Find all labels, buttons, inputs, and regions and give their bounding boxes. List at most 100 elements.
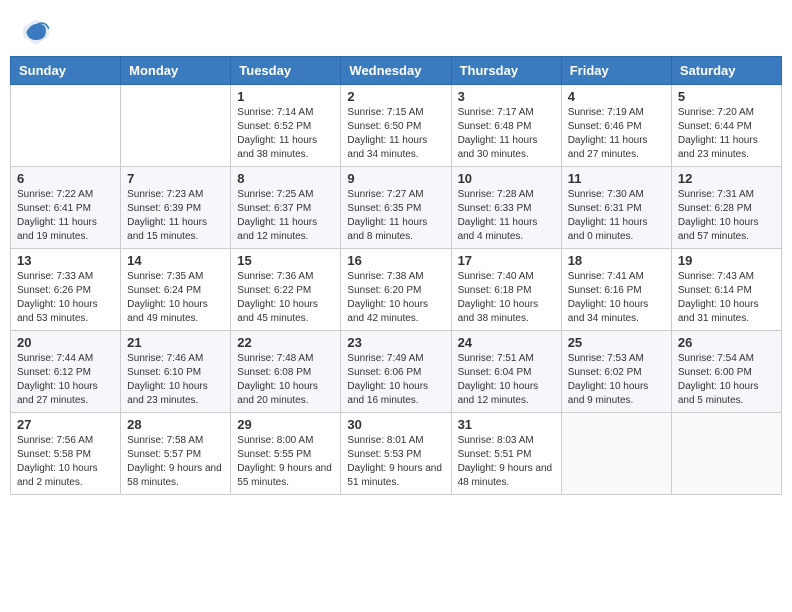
calendar-cell bbox=[561, 413, 671, 495]
calendar-cell: 25 Sunrise: 7:53 AMSunset: 6:02 PMDayligh… bbox=[561, 331, 671, 413]
day-number: 19 bbox=[678, 253, 775, 268]
calendar-cell: 7 Sunrise: 7:23 AMSunset: 6:39 PMDaylight… bbox=[121, 167, 231, 249]
cell-info: Sunrise: 7:25 AMSunset: 6:37 PMDaylight:… bbox=[237, 188, 334, 244]
cell-info: Sunrise: 7:27 AMSunset: 6:35 PMDaylight:… bbox=[347, 188, 444, 244]
calendar-table: SundayMondayTuesdayWednesdayThursdayFrid… bbox=[10, 56, 782, 495]
calendar-cell: 17 Sunrise: 7:40 AMSunset: 6:18 PMDayligh… bbox=[451, 249, 561, 331]
weekday-header: Friday bbox=[561, 57, 671, 85]
weekday-header: Tuesday bbox=[231, 57, 341, 85]
cell-info: Sunrise: 7:58 AMSunset: 5:57 PMDaylight:… bbox=[127, 434, 224, 490]
cell-info: Sunrise: 7:28 AMSunset: 6:33 PMDaylight:… bbox=[458, 188, 555, 244]
day-number: 6 bbox=[17, 171, 114, 186]
day-number: 14 bbox=[127, 253, 224, 268]
calendar-week-row: 13 Sunrise: 7:33 AMSunset: 6:26 PMDayligh… bbox=[11, 249, 782, 331]
calendar-cell: 5Sunrise: 7:20 AMSunset: 6:44 PMDaylight… bbox=[671, 85, 781, 167]
cell-info: Sunrise: 7:36 AMSunset: 6:22 PMDaylight:… bbox=[237, 270, 334, 326]
calendar-cell: 29Sunrise: 8:00 AMSunset: 5:55 PMDayligh… bbox=[231, 413, 341, 495]
calendar-cell: 20Sunrise: 7:44 AMSunset: 6:12 PMDayligh… bbox=[11, 331, 121, 413]
day-number: 15 bbox=[237, 253, 334, 268]
weekday-header: Sunday bbox=[11, 57, 121, 85]
calendar-wrap: SundayMondayTuesdayWednesdayThursdayFrid… bbox=[0, 56, 792, 505]
cell-info: Sunrise: 7:23 AMSunset: 6:39 PMDaylight:… bbox=[127, 188, 224, 244]
day-number: 17 bbox=[458, 253, 555, 268]
calendar-cell: 11Sunrise: 7:30 AMSunset: 6:31 PMDayligh… bbox=[561, 167, 671, 249]
cell-info: Sunrise: 7:30 AMSunset: 6:31 PMDaylight:… bbox=[568, 188, 665, 244]
cell-info: Sunrise: 7:19 AMSunset: 6:46 PMDaylight:… bbox=[568, 106, 665, 162]
calendar-cell: 21Sunrise: 7:46 AMSunset: 6:10 PMDayligh… bbox=[121, 331, 231, 413]
calendar-cell: 12Sunrise: 7:31 AMSunset: 6:28 PMDayligh… bbox=[671, 167, 781, 249]
cell-info: Sunrise: 7:41 AMSunset: 6:16 PMDaylight:… bbox=[568, 270, 665, 326]
day-number: 8 bbox=[237, 171, 334, 186]
cell-info: Sunrise: 7:33 AMSunset: 6:26 PMDaylight:… bbox=[17, 270, 114, 326]
weekday-header: Thursday bbox=[451, 57, 561, 85]
calendar-cell: 31 Sunrise: 8:03 AMSunset: 5:51 PMDayligh… bbox=[451, 413, 561, 495]
cell-info: Sunrise: 7:40 AMSunset: 6:18 PMDaylight:… bbox=[458, 270, 555, 326]
day-number: 23 bbox=[347, 335, 444, 350]
day-number: 9 bbox=[347, 171, 444, 186]
calendar-cell: 16 Sunrise: 7:38 AMSunset: 6:20 PMDayligh… bbox=[341, 249, 451, 331]
calendar-cell: 6Sunrise: 7:22 AMSunset: 6:41 PMDaylight… bbox=[11, 167, 121, 249]
calendar-cell: 4 Sunrise: 7:19 AMSunset: 6:46 PMDaylight… bbox=[561, 85, 671, 167]
cell-info: Sunrise: 7:51 AMSunset: 6:04 PMDaylight:… bbox=[458, 352, 555, 408]
cell-info: Sunrise: 7:43 AMSunset: 6:14 PMDaylight:… bbox=[678, 270, 775, 326]
day-number: 16 bbox=[347, 253, 444, 268]
calendar-week-row: 27 Sunrise: 7:56 AMSunset: 5:58 PMDayligh… bbox=[11, 413, 782, 495]
calendar-cell: 24 Sunrise: 7:51 AMSunset: 6:04 PMDayligh… bbox=[451, 331, 561, 413]
day-number: 18 bbox=[568, 253, 665, 268]
weekday-header-row: SundayMondayTuesdayWednesdayThursdayFrid… bbox=[11, 57, 782, 85]
calendar-cell: 27 Sunrise: 7:56 AMSunset: 5:58 PMDayligh… bbox=[11, 413, 121, 495]
day-number: 22 bbox=[237, 335, 334, 350]
logo bbox=[20, 16, 56, 48]
calendar-cell: 22 Sunrise: 7:48 AMSunset: 6:08 PMDayligh… bbox=[231, 331, 341, 413]
day-number: 12 bbox=[678, 171, 775, 186]
day-number: 28 bbox=[127, 417, 224, 432]
cell-info: Sunrise: 7:56 AMSunset: 5:58 PMDaylight:… bbox=[17, 434, 114, 490]
weekday-header: Saturday bbox=[671, 57, 781, 85]
cell-info: Sunrise: 7:48 AMSunset: 6:08 PMDaylight:… bbox=[237, 352, 334, 408]
calendar-cell: 13 Sunrise: 7:33 AMSunset: 6:26 PMDayligh… bbox=[11, 249, 121, 331]
cell-info: Sunrise: 7:20 AMSunset: 6:44 PMDaylight:… bbox=[678, 106, 775, 162]
calendar-cell: 30 Sunrise: 8:01 AMSunset: 5:53 PMDayligh… bbox=[341, 413, 451, 495]
calendar-cell: 2 Sunrise: 7:15 AMSunset: 6:50 PMDaylight… bbox=[341, 85, 451, 167]
day-number: 4 bbox=[568, 89, 665, 104]
day-number: 31 bbox=[458, 417, 555, 432]
day-number: 1 bbox=[237, 89, 334, 104]
calendar-week-row: 20Sunrise: 7:44 AMSunset: 6:12 PMDayligh… bbox=[11, 331, 782, 413]
logo-icon bbox=[20, 16, 52, 48]
cell-info: Sunrise: 8:03 AMSunset: 5:51 PMDaylight:… bbox=[458, 434, 555, 490]
day-number: 30 bbox=[347, 417, 444, 432]
cell-info: Sunrise: 7:38 AMSunset: 6:20 PMDaylight:… bbox=[347, 270, 444, 326]
calendar-cell: 19 Sunrise: 7:43 AMSunset: 6:14 PMDayligh… bbox=[671, 249, 781, 331]
calendar-cell: 1 Sunrise: 7:14 AMSunset: 6:52 PMDaylight… bbox=[231, 85, 341, 167]
cell-info: Sunrise: 7:14 AMSunset: 6:52 PMDaylight:… bbox=[237, 106, 334, 162]
calendar-cell: 14 Sunrise: 7:35 AMSunset: 6:24 PMDayligh… bbox=[121, 249, 231, 331]
calendar-cell bbox=[121, 85, 231, 167]
cell-info: Sunrise: 7:17 AMSunset: 6:48 PMDaylight:… bbox=[458, 106, 555, 162]
calendar-cell: 23Sunrise: 7:49 AMSunset: 6:06 PMDayligh… bbox=[341, 331, 451, 413]
calendar-cell bbox=[671, 413, 781, 495]
calendar-cell: 8 Sunrise: 7:25 AMSunset: 6:37 PMDaylight… bbox=[231, 167, 341, 249]
day-number: 25 bbox=[568, 335, 665, 350]
day-number: 27 bbox=[17, 417, 114, 432]
cell-info: Sunrise: 7:15 AMSunset: 6:50 PMDaylight:… bbox=[347, 106, 444, 162]
calendar-cell bbox=[11, 85, 121, 167]
calendar-cell: 9 Sunrise: 7:27 AMSunset: 6:35 PMDaylight… bbox=[341, 167, 451, 249]
calendar-cell: 10 Sunrise: 7:28 AMSunset: 6:33 PMDayligh… bbox=[451, 167, 561, 249]
day-number: 24 bbox=[458, 335, 555, 350]
calendar-week-row: 1 Sunrise: 7:14 AMSunset: 6:52 PMDaylight… bbox=[11, 85, 782, 167]
page-header bbox=[0, 0, 792, 56]
calendar-cell: 18 Sunrise: 7:41 AMSunset: 6:16 PMDayligh… bbox=[561, 249, 671, 331]
calendar-cell: 26Sunrise: 7:54 AMSunset: 6:00 PMDayligh… bbox=[671, 331, 781, 413]
cell-info: Sunrise: 7:53 AMSunset: 6:02 PMDaylight:… bbox=[568, 352, 665, 408]
cell-info: Sunrise: 8:00 AMSunset: 5:55 PMDaylight:… bbox=[237, 434, 334, 490]
calendar-cell: 15 Sunrise: 7:36 AMSunset: 6:22 PMDayligh… bbox=[231, 249, 341, 331]
cell-info: Sunrise: 8:01 AMSunset: 5:53 PMDaylight:… bbox=[347, 434, 444, 490]
day-number: 10 bbox=[458, 171, 555, 186]
day-number: 7 bbox=[127, 171, 224, 186]
day-number: 3 bbox=[458, 89, 555, 104]
day-number: 2 bbox=[347, 89, 444, 104]
cell-info: Sunrise: 7:54 AMSunset: 6:00 PMDaylight:… bbox=[678, 352, 775, 408]
day-number: 13 bbox=[17, 253, 114, 268]
day-number: 21 bbox=[127, 335, 224, 350]
cell-info: Sunrise: 7:35 AMSunset: 6:24 PMDaylight:… bbox=[127, 270, 224, 326]
